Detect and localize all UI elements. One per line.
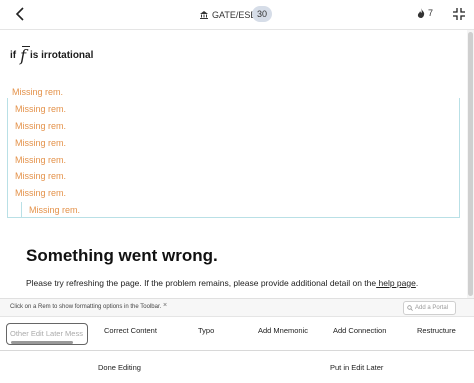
add-portal-input[interactable]: Add a Portal (403, 301, 456, 315)
missing-rem[interactable]: Missing rem. (29, 205, 80, 215)
question-text[interactable]: if f is irrotational (10, 46, 93, 65)
add-connection-button[interactable]: Add Connection (333, 326, 386, 335)
hint-bar: Click on a Rem to show formatting option… (0, 298, 474, 316)
other-edit-later-label: Other Edit Later Mess (10, 329, 83, 338)
edit-toolbar: Other Edit Later Mess Correct Content Ty… (0, 316, 474, 350)
missing-rem[interactable]: Missing rem. (12, 87, 63, 97)
put-in-edit-later-button[interactable]: Put in Edit Later (330, 363, 383, 372)
missing-rem[interactable]: Missing rem. (15, 171, 66, 181)
missing-rem[interactable]: Missing rem. (15, 155, 66, 165)
add-mnemonic-button[interactable]: Add Mnemonic (258, 326, 308, 335)
error-message-end: . (415, 278, 419, 288)
add-portal-placeholder: Add a Portal (415, 305, 449, 311)
streak-counter: 7 (417, 8, 433, 18)
content-scrollbar[interactable] (467, 30, 474, 298)
button-scroll-indicator (11, 341, 73, 344)
count-badge: 30 (252, 6, 272, 22)
error-message-text: Please try refreshing the page. If the p… (26, 278, 377, 288)
correct-content-button[interactable]: Correct Content (104, 326, 157, 335)
collapse-icon[interactable] (452, 7, 466, 21)
bottom-bar: Done Editing Put in Edit Later (0, 350, 474, 383)
rem-tree-border (7, 98, 460, 218)
hint-close-button[interactable]: × (163, 302, 167, 309)
top-header: GATE/ESE 30 7 (0, 0, 474, 30)
restructure-button[interactable]: Restructure (417, 326, 456, 335)
vector-symbol: f (20, 46, 30, 65)
document-content: if f is irrotational Missing rem. Missin… (0, 30, 466, 298)
exam-tag-label: GATE/ESE (212, 10, 257, 20)
exam-tag[interactable]: GATE/ESE (200, 7, 256, 23)
streak-count: 7 (428, 8, 434, 18)
help-page-link[interactable]: help page (376, 278, 416, 288)
bank-icon (200, 11, 208, 19)
rem-nested-border (21, 202, 460, 218)
missing-rem[interactable]: Missing rem. (15, 138, 66, 148)
missing-rem[interactable]: Missing rem. (15, 104, 66, 114)
question-prefix: if (10, 50, 17, 61)
missing-rem[interactable]: Missing rem. (15, 121, 66, 131)
search-icon (407, 305, 413, 311)
flame-icon (417, 8, 425, 18)
done-editing-button[interactable]: Done Editing (98, 363, 141, 372)
missing-rem[interactable]: Missing rem. (15, 188, 66, 198)
back-arrow-icon[interactable] (10, 3, 32, 25)
toolbar-hint: Click on a Rem to show formatting option… (10, 304, 162, 310)
other-edit-later-button[interactable]: Other Edit Later Mess (6, 323, 88, 345)
error-title: Something went wrong. (26, 246, 218, 265)
scrollbar-thumb[interactable] (468, 32, 473, 296)
typo-button[interactable]: Typo (198, 326, 214, 335)
question-suffix: is irrotational (30, 50, 94, 61)
error-message: Please try refreshing the page. If the p… (26, 278, 418, 288)
